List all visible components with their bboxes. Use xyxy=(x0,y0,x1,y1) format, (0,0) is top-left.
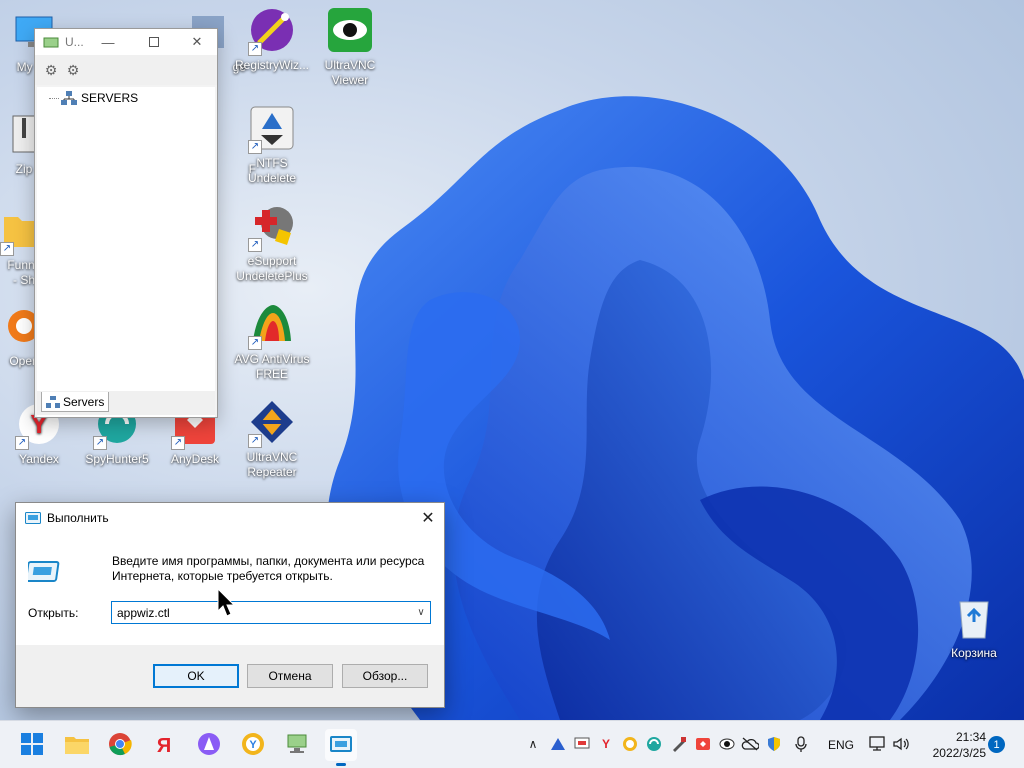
clock-date: 2022/3/25 xyxy=(932,746,986,760)
tray-spyhunter-icon[interactable] xyxy=(645,735,663,753)
tray-vnc-icon[interactable] xyxy=(718,735,736,753)
file-explorer-icon xyxy=(65,734,89,757)
tree-connector xyxy=(49,97,59,99)
svg-text:Я: Я xyxy=(157,735,171,756)
minimize-icon: — xyxy=(101,34,115,50)
taskbar-yandex[interactable]: Y xyxy=(237,729,269,761)
yandex-icon: Y xyxy=(241,732,265,759)
servers-tree: SERVERS xyxy=(37,87,215,417)
desktop-icon-ultravnc-repeater[interactable]: ↗ UltraVNC Repeater xyxy=(234,400,310,480)
network-servers-icon xyxy=(61,91,77,105)
shortcut-arrow-icon: ↗ xyxy=(93,436,107,450)
chrome-icon xyxy=(108,732,132,759)
desktop-icon-ntfs-undelete[interactable]: ↗ NTFS Undelete xyxy=(234,106,310,186)
svg-text:Y: Y xyxy=(249,739,257,751)
shortcut-arrow-icon: ↗ xyxy=(248,336,262,350)
maximize-icon xyxy=(149,37,159,47)
taskbar-yandex-browser[interactable]: Я xyxy=(148,729,180,761)
start-icon xyxy=(21,732,43,758)
start-button[interactable] xyxy=(16,729,48,761)
servers-window-title: U... xyxy=(65,35,84,49)
shortcut-arrow-icon: ↗ xyxy=(248,140,262,154)
open-label: Открыть: xyxy=(28,606,79,620)
desktop-icon-avg[interactable]: ↗ AVG AntiVirus FREE xyxy=(234,302,310,382)
taskbar: Я Y ∧ Y ENG 21:34 2022/3/25 1 xyxy=(0,720,1024,768)
taskbar-chrome[interactable] xyxy=(104,729,136,761)
ok-button[interactable]: OK xyxy=(153,664,239,688)
tray-microphone-icon[interactable] xyxy=(792,735,810,753)
tray-browser-icon[interactable] xyxy=(621,735,639,753)
servers-window-titlebar[interactable]: U... — ✕ xyxy=(35,29,217,55)
tray-monitor-icon[interactable] xyxy=(573,735,591,753)
shortcut-arrow-icon: ↗ xyxy=(0,242,14,256)
alice-icon xyxy=(197,732,221,759)
run-small-icon xyxy=(25,512,41,524)
mouse-cursor-icon xyxy=(217,587,237,621)
notification-badge[interactable]: 1 xyxy=(988,736,1005,753)
run-dialog-title: Выполнить xyxy=(47,511,109,525)
refresh-gear-icon[interactable]: ⚙ xyxy=(65,62,81,78)
taskbar-network-app[interactable] xyxy=(281,729,313,761)
run-dialog-titlebar[interactable]: Выполнить ✕ xyxy=(16,503,444,533)
tray-anydesk-icon[interactable] xyxy=(694,735,712,753)
shortcut-arrow-icon: ↗ xyxy=(171,436,185,450)
tray-tool-icon[interactable] xyxy=(670,735,688,753)
tray-yandex-icon[interactable]: Y xyxy=(597,735,615,753)
desktop-icon-registry-wizard[interactable]: ↗ RegistryWiz... xyxy=(234,8,310,73)
desktop-icon-esupport-undeleteplus[interactable]: ↗ eSupport UndeletePlus xyxy=(234,204,310,284)
network-app-icon xyxy=(285,733,309,758)
servers-toolbar: ⚙ ⚙ xyxy=(35,55,217,85)
tree-node-servers[interactable]: SERVERS xyxy=(49,91,138,105)
maximize-button[interactable] xyxy=(131,29,177,55)
cancel-button[interactable]: Отмена xyxy=(247,664,333,688)
taskbar-clock[interactable]: 21:34 2022/3/25 xyxy=(920,729,986,761)
tray-onedrive-offline-icon[interactable] xyxy=(741,735,759,753)
chevron-down-icon[interactable]: ∨ xyxy=(412,607,430,618)
minimize-button[interactable]: — xyxy=(85,29,131,55)
close-button[interactable]: ✕ xyxy=(177,29,217,55)
shortcut-arrow-icon: ↗ xyxy=(248,434,262,448)
network-servers-icon xyxy=(46,395,60,408)
ultravnc-viewer-icon xyxy=(327,7,373,57)
shortcut-arrow-icon: ↗ xyxy=(248,42,262,56)
recycle-bin-icon xyxy=(954,596,994,644)
clock-time: 21:34 xyxy=(955,730,986,744)
settings-gear-icon[interactable]: ⚙ xyxy=(43,62,59,78)
servers-window: U... — ✕ ⚙ ⚙ SERVERS Servers xyxy=(34,28,218,418)
taskbar-run[interactable] xyxy=(325,729,357,766)
taskbar-alice[interactable] xyxy=(193,729,225,761)
language-indicator[interactable]: ENG xyxy=(828,738,854,752)
tab-servers[interactable]: Servers xyxy=(41,392,110,412)
desktop-icon-recycle-bin[interactable]: Корзина xyxy=(936,596,1012,661)
tray-app-icon[interactable] xyxy=(549,735,567,753)
tab-label: Servers xyxy=(63,394,105,409)
run-icon xyxy=(25,559,60,583)
close-icon: ✕ xyxy=(191,34,203,49)
chevron-up-icon[interactable]: ∧ xyxy=(524,735,542,753)
close-icon: ✕ xyxy=(421,510,435,527)
tree-node-label: SERVERS xyxy=(81,91,139,105)
run-dialog-footer: OK Отмена Обзор... xyxy=(16,645,444,707)
close-button[interactable]: ✕ xyxy=(412,503,444,533)
window-app-icon xyxy=(43,35,59,49)
desktop-icon-ultravnc-viewer[interactable]: UltraVNC Viewer xyxy=(312,8,388,88)
tray-volume-icon[interactable] xyxy=(892,735,910,753)
yandex-browser-icon: Я xyxy=(152,732,176,759)
tray-security-shield-icon[interactable] xyxy=(765,735,783,753)
browse-button[interactable]: Обзор... xyxy=(342,664,428,688)
servers-tabbar: Servers xyxy=(37,391,215,415)
shortcut-arrow-icon: ↗ xyxy=(248,238,262,252)
run-icon xyxy=(329,735,353,756)
shortcut-arrow-icon: ↗ xyxy=(15,436,29,450)
open-input[interactable]: appwiz.ctl xyxy=(117,606,170,620)
run-description: Введите имя программы, папки, документа … xyxy=(112,554,425,583)
tray-network-icon[interactable] xyxy=(869,735,887,753)
open-combobox[interactable]: appwiz.ctl ∨ xyxy=(111,601,431,624)
taskbar-file-explorer[interactable] xyxy=(61,729,93,761)
